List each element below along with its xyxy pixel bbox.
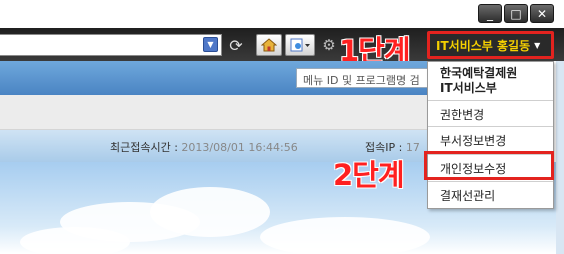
dropdown-dept: IT서비스부 bbox=[440, 81, 497, 95]
last-login-label: 최근접속시간 : bbox=[110, 141, 182, 154]
chevron-down-icon: ▼ bbox=[534, 40, 541, 50]
menu-item-approval-line[interactable]: 결재선관리 bbox=[428, 181, 553, 206]
page-icon-glyph bbox=[290, 38, 310, 52]
gear-icon[interactable]: ⚙ bbox=[320, 34, 338, 56]
user-menu-label: IT서비스부 홍길동 bbox=[436, 38, 531, 53]
user-dropdown-menu: 한국예탁결제원 IT서비스부 권한변경 부서정보변경 개인정보수정 결재선관리 bbox=[427, 61, 554, 209]
address-bar[interactable] bbox=[0, 34, 222, 56]
highlight-box bbox=[424, 151, 554, 180]
close-button[interactable]: ✕ bbox=[530, 4, 554, 23]
menu-item-change-role[interactable]: 권한변경 bbox=[428, 100, 553, 125]
dropdown-org: 한국예탁결제원 bbox=[440, 66, 518, 80]
cloud-shape bbox=[260, 217, 430, 254]
menu-item-change-department[interactable]: 부서정보변경 bbox=[428, 126, 553, 151]
window-controls: _ □ ✕ bbox=[478, 4, 554, 23]
maximize-button[interactable]: □ bbox=[504, 4, 528, 23]
menu-search-input[interactable]: 메뉴 ID 및 프로그램명 검 bbox=[296, 68, 430, 88]
refresh-icon[interactable]: ⟳ bbox=[224, 34, 248, 56]
login-ip-value: 17 bbox=[405, 141, 420, 154]
last-login: 최근접속시간 : 2013/08/01 16:44:56 bbox=[110, 139, 298, 155]
page-icon[interactable] bbox=[285, 34, 315, 56]
user-menu-button[interactable]: IT서비스부 홍길동 ▼ bbox=[427, 31, 554, 59]
step2-annotation: 2단계 bbox=[333, 158, 405, 192]
sub-header bbox=[0, 95, 430, 130]
dropdown-header: 한국예탁결제원 IT서비스부 bbox=[428, 62, 553, 100]
title-bar: _ □ ✕ bbox=[0, 0, 564, 28]
cloud-shape bbox=[150, 187, 270, 237]
right-edge bbox=[556, 61, 564, 254]
cloud-shape bbox=[20, 227, 130, 254]
last-login-value: 2013/08/01 16:44:56 bbox=[181, 141, 298, 154]
home-icon[interactable] bbox=[256, 34, 282, 56]
home-icon-glyph bbox=[261, 38, 277, 52]
minimize-button[interactable]: _ bbox=[478, 4, 502, 23]
dropdown-arrow-icon[interactable]: ▼ bbox=[203, 37, 218, 52]
